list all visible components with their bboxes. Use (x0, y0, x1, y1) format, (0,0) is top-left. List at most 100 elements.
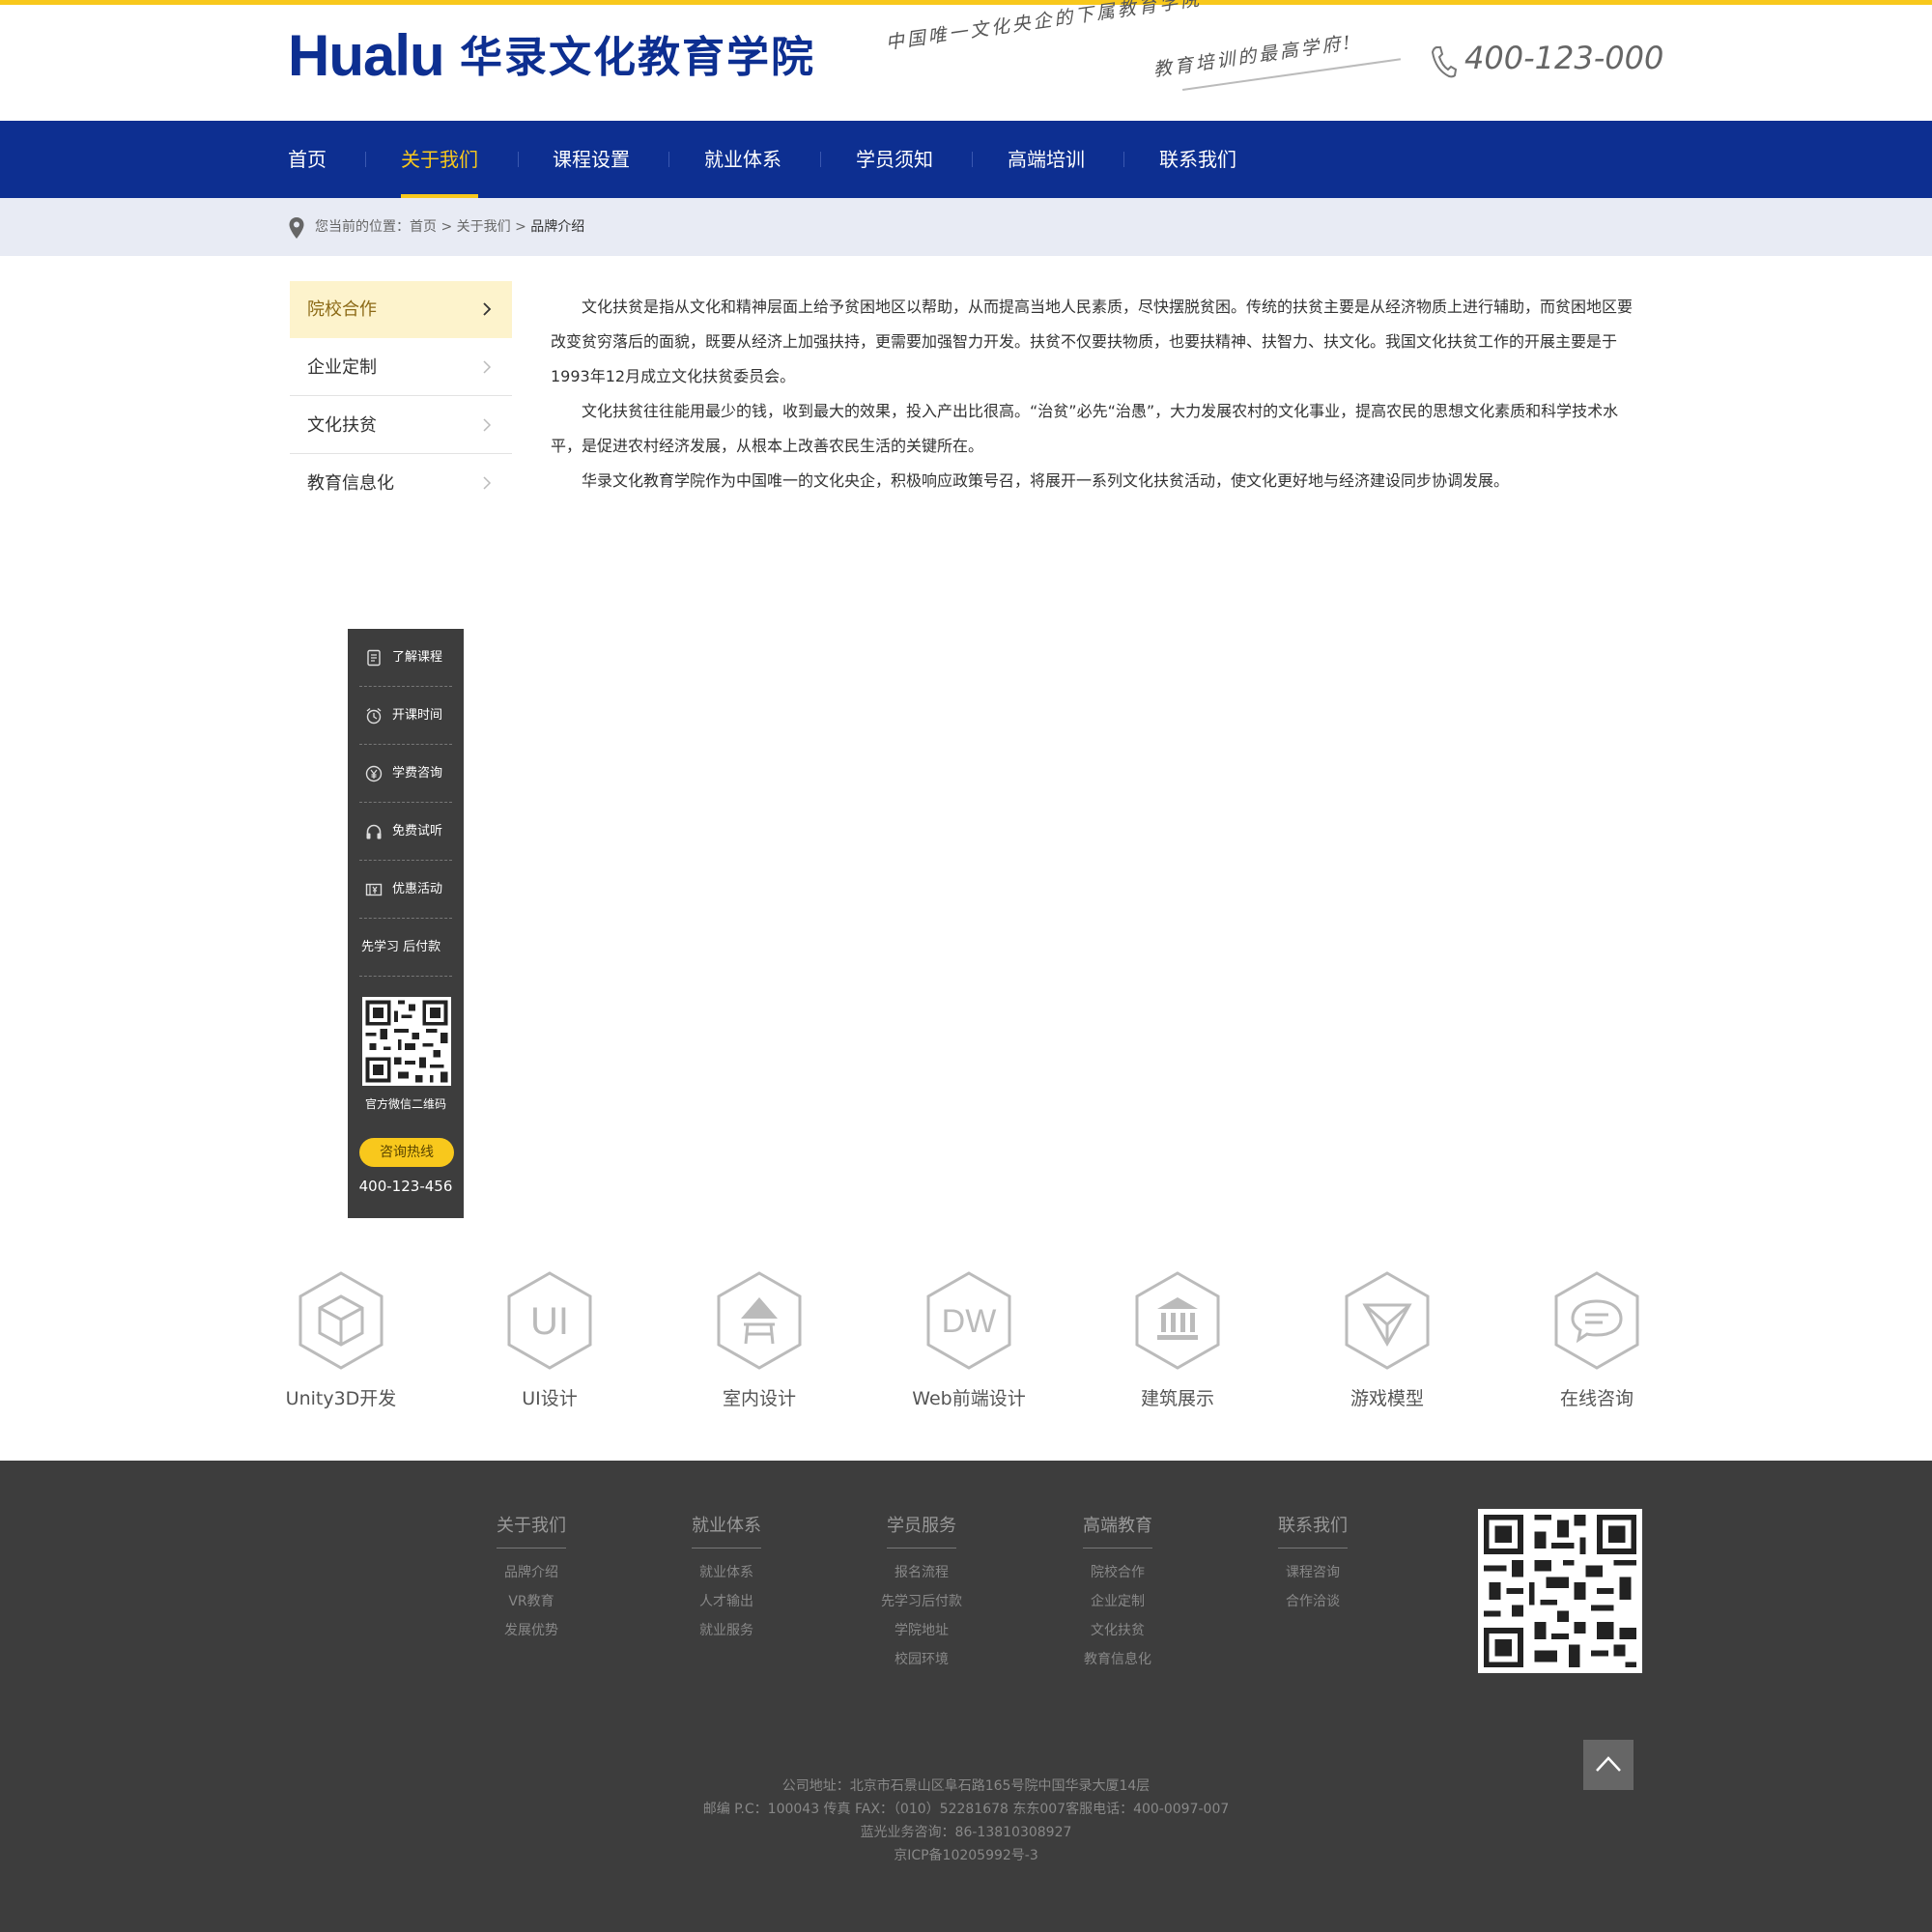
footer-link[interactable]: 企业定制 (1060, 1587, 1176, 1616)
breadcrumb-home-link[interactable]: 首页 (410, 219, 437, 235)
footer-column-title: 就业体系 (692, 1507, 761, 1548)
sidebar-item-label: 文化扶贫 (307, 415, 377, 436)
footer-link[interactable]: 就业体系 (668, 1558, 784, 1587)
wechat-qr-code (362, 997, 451, 1086)
footer-link[interactable]: 教育信息化 (1060, 1645, 1176, 1674)
float-item-label: 免费试听 (392, 824, 443, 838)
coupon-icon (365, 883, 383, 896)
footer-address-line: 蓝光业务咨询：86-13810308927 (860, 1825, 1072, 1840)
svg-text:DW: DW (942, 1303, 997, 1340)
float-item-label: 先学习 后付款 (361, 940, 441, 954)
headphones-icon (366, 824, 382, 839)
nav-item-student-notice[interactable]: 学员须知 (856, 121, 933, 198)
footer-link[interactable]: 人才输出 (668, 1587, 784, 1616)
nav-item-employment[interactable]: 就业体系 (704, 121, 781, 198)
feature-interior-design[interactable]: 室内设计 (677, 1270, 841, 1415)
slogan-line-2: 教育培训的最高学府! (1151, 31, 1355, 81)
footer-column-about: 关于我们 品牌介绍 VR教育 发展优势 (473, 1507, 589, 1645)
feature-label: 建筑展示 (1140, 1388, 1214, 1409)
sidebar-item-label: 院校合作 (307, 299, 377, 320)
sidebar-item-label: 教育信息化 (307, 473, 394, 494)
footer-link[interactable]: 发展优势 (473, 1616, 589, 1645)
alarm-clock-icon (366, 708, 382, 724)
nav-item-home[interactable]: 首页 (288, 121, 327, 198)
feature-label: Unity3D开发 (285, 1388, 397, 1409)
nav-separator (668, 152, 669, 167)
logo-chinese[interactable]: 华录文化教育学院 (460, 31, 815, 85)
sidebar-item-school-cooperation[interactable]: 院校合作 (290, 281, 512, 338)
footer-link[interactable]: 合作洽谈 (1255, 1587, 1371, 1616)
nav-separator (365, 152, 366, 167)
nav-separator (972, 152, 973, 167)
footer-link[interactable]: 报名流程 (864, 1558, 980, 1587)
footer-link[interactable]: 校园环境 (864, 1645, 980, 1674)
footer-link[interactable]: 院校合作 (1060, 1558, 1176, 1587)
wechat-qr-label: 官方微信二维码 (364, 1097, 446, 1111)
floating-contact-bar: 了解课程 开课时间 学费咨询 免费试听 优惠活动 先学习 后付款 官方微信二维码 (348, 629, 464, 1218)
footer-column-employment: 就业体系 就业体系 人才输出 就业服务 (668, 1507, 784, 1645)
footer-column-advanced-education: 高端教育 院校合作 企业定制 文化扶贫 教育信息化 (1060, 1507, 1176, 1674)
dw-text-icon: DW (926, 1271, 1011, 1370)
sidebar-item-education-informatization[interactable]: 教育信息化 (290, 455, 512, 512)
ui-text-icon: UI (507, 1271, 592, 1370)
footer-link[interactable]: 文化扶贫 (1060, 1616, 1176, 1645)
nav-separator (820, 152, 821, 167)
feature-label: 在线咨询 (1559, 1388, 1634, 1409)
building-columns-icon (1135, 1271, 1220, 1370)
footer-address-line: 邮编 P.C：100043 传真 FAX：（010）52281678 东东007… (702, 1802, 1230, 1817)
footer-column-title: 高端教育 (1083, 1507, 1152, 1548)
article-paragraph: 华录文化教育学院作为中国唯一的文化央企，积极响应政策号召，将展开一系列文化扶贫活… (582, 471, 1510, 490)
footer-link[interactable]: 学院地址 (864, 1616, 980, 1645)
float-item-label: 学费咨询 (392, 766, 443, 781)
feature-architecture[interactable]: 建筑展示 (1095, 1270, 1260, 1415)
chat-bubble-icon (1554, 1271, 1639, 1370)
feature-label: 游戏模型 (1350, 1388, 1424, 1409)
footer-link[interactable]: 品牌介绍 (473, 1558, 589, 1587)
feature-web-frontend[interactable]: DW Web前端设计 (887, 1270, 1051, 1415)
logo-english[interactable]: Hualu (288, 25, 445, 87)
sidebar-item-cultural-poverty-relief[interactable]: 文化扶贫 (290, 397, 512, 454)
footer-icp[interactable]: 京ICP备10205992号-3 (0, 1844, 1932, 1867)
float-item-free-trial[interactable]: 免费试听 (359, 803, 452, 861)
feature-label: UI设计 (522, 1388, 578, 1409)
top-accent-line (0, 0, 1932, 5)
footer-column-student-services: 学员服务 报名流程 先学习后付款 学院地址 校园环境 (864, 1507, 980, 1674)
hotline-button[interactable]: 咨询热线 (359, 1138, 454, 1167)
footer-address-line: 公司地址：北京市石景山区阜石路165号院中国华录大厦14层 (781, 1778, 1151, 1794)
footer-link[interactable]: 课程咨询 (1255, 1558, 1371, 1587)
footer-link[interactable]: 就业服务 (668, 1616, 784, 1645)
breadcrumb-current: 品牌介绍 (530, 219, 585, 235)
float-item-class-time[interactable]: 开课时间 (359, 687, 452, 745)
float-item-tuition[interactable]: 学费咨询 (359, 745, 452, 803)
breadcrumb-separator: > (510, 219, 531, 235)
sidebar-item-enterprise-custom[interactable]: 企业定制 (290, 339, 512, 396)
nav-item-about[interactable]: 关于我们 (401, 121, 478, 198)
footer-link[interactable]: VR教育 (473, 1587, 589, 1616)
float-item-label: 开课时间 (392, 708, 443, 723)
feature-ui-design[interactable]: UI UI设计 (468, 1270, 632, 1415)
float-item-label: 了解课程 (392, 650, 443, 665)
footer-column-title: 学员服务 (887, 1507, 956, 1548)
feature-game-model[interactable]: 游戏模型 (1305, 1270, 1469, 1415)
nav-item-contact[interactable]: 联系我们 (1159, 121, 1236, 198)
main-nav: 首页 关于我们 课程设置 就业体系 学员须知 高端培训 联系我们 (0, 121, 1932, 198)
float-item-promotions[interactable]: 优惠活动 (359, 861, 452, 919)
feature-unity3d[interactable]: Unity3D开发 (259, 1270, 423, 1415)
lamp-table-icon (717, 1271, 802, 1370)
footer-qr-code (1478, 1509, 1642, 1673)
footer-link[interactable]: 先学习后付款 (864, 1587, 980, 1616)
footer: 关于我们 品牌介绍 VR教育 发展优势 就业体系 就业体系 人才输出 就业服务 … (0, 1461, 1932, 1932)
article-paragraph: 文化扶贫往往能用最少的钱，收到最大的效果，投入产出比很高。“治贫”必先“治愚”，… (551, 402, 1619, 455)
float-item-course-info[interactable]: 了解课程 (359, 629, 452, 687)
slogan-line-1: 中国唯一文化央企的下属教育学院 (884, 0, 1204, 54)
feature-label: Web前端设计 (912, 1388, 1026, 1409)
nav-item-advanced-training[interactable]: 高端培训 (1008, 121, 1085, 198)
breadcrumb-parent-link[interactable]: 关于我们 (457, 219, 511, 235)
nav-item-courses[interactable]: 课程设置 (553, 121, 630, 198)
breadcrumb-text: 您当前的位置：首页 > 关于我们 > 品牌介绍 (315, 217, 584, 237)
float-item-learn-first-pay-later[interactable]: 先学习 后付款 (359, 919, 452, 977)
float-item-label: 优惠活动 (392, 882, 443, 896)
sidebar-item-label: 企业定制 (307, 357, 377, 378)
document-icon (367, 649, 381, 667)
feature-online-consult[interactable]: 在线咨询 (1515, 1270, 1679, 1415)
